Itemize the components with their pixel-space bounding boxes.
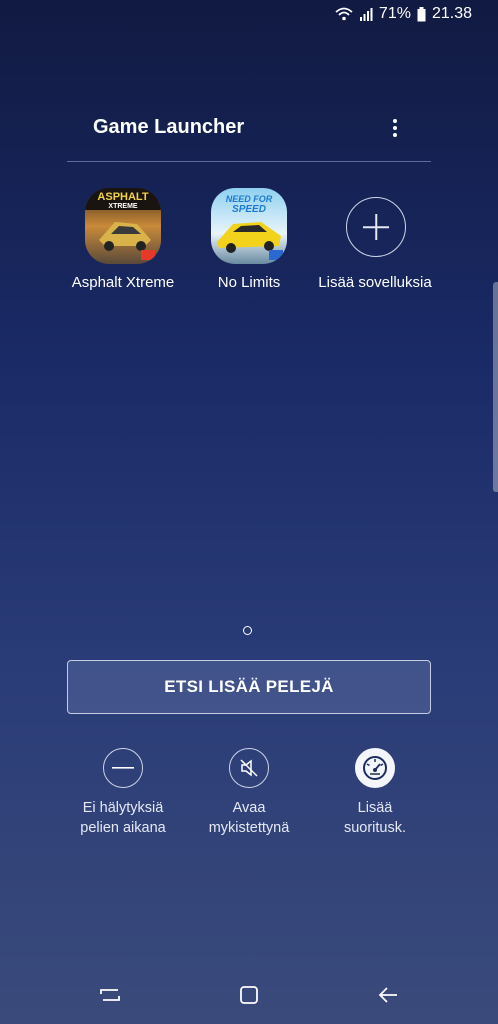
quick-settings: Ei hälytyksiä pelien aikana Avaa mykiste… <box>60 748 440 838</box>
game-label: No Limits <box>217 274 281 291</box>
toggle-performance[interactable]: Lisää suoritusk. <box>312 748 438 838</box>
add-apps-label: Lisää sovelluksia <box>318 274 432 291</box>
toggle-label: Ei hälytyksiä pelien aikana <box>80 800 166 836</box>
header-divider <box>67 161 431 162</box>
recent-apps-button[interactable] <box>95 980 125 1010</box>
toggle-label: Avaa mykistettynä <box>208 800 290 836</box>
status-bar: 71% 21.38 <box>0 0 498 30</box>
find-more-games-button[interactable]: ETSI LISÄÄ PELEJÄ <box>67 660 431 714</box>
need-for-speed-no-limits-icon[interactable]: NEED FOR SPEED <box>211 188 287 264</box>
game-list: ASPHALT XTREME Asphalt Xtreme NEED FOR S… <box>60 188 440 291</box>
asphalt-xtreme-icon[interactable]: ASPHALT XTREME <box>85 188 161 264</box>
wifi-icon <box>335 7 353 21</box>
toggle-label: Lisää suoritusk. <box>343 800 407 836</box>
game-item-asphalt-xtreme[interactable]: ASPHALT XTREME Asphalt Xtreme <box>60 188 186 291</box>
plus-icon <box>346 197 406 257</box>
more-dot-icon <box>393 126 397 130</box>
back-arrow-icon <box>378 987 397 1003</box>
add-apps-item[interactable]: Lisää sovelluksia <box>312 188 438 291</box>
page-indicator <box>243 626 252 635</box>
recent-apps-icon <box>100 989 120 1001</box>
home-icon <box>240 986 258 1004</box>
performance-gauge-icon[interactable] <box>355 748 395 788</box>
edge-panel-handle[interactable] <box>493 282 498 492</box>
battery-percent: 71% <box>378 5 411 22</box>
do-not-disturb-icon[interactable] <box>103 748 143 788</box>
game-label: Asphalt Xtreme <box>71 274 175 291</box>
clock: 21.38 <box>431 5 472 22</box>
mute-icon[interactable] <box>229 748 269 788</box>
more-options-button[interactable] <box>385 114 405 142</box>
nfs-logo-text: NEED FOR <box>226 194 273 204</box>
navigation-bar <box>0 964 498 1024</box>
page-title: Game Launcher <box>93 116 245 138</box>
toggle-start-muted[interactable]: Avaa mykistettynä <box>186 748 312 838</box>
asphalt-logo-subtext: XTREME <box>108 203 138 210</box>
more-dot-icon <box>393 119 397 123</box>
asphalt-logo-text: ASPHALT <box>97 191 148 203</box>
game-item-no-limits[interactable]: NEED FOR SPEED No Limits <box>186 188 312 291</box>
home-button[interactable] <box>234 980 264 1010</box>
more-dot-icon <box>393 133 397 137</box>
header: Game Launcher <box>0 110 498 150</box>
status-icons: 71% 21.38 <box>335 5 472 23</box>
signal-icon <box>359 8 373 21</box>
toggle-no-alerts[interactable]: Ei hälytyksiä pelien aikana <box>60 748 186 838</box>
back-button[interactable] <box>373 980 403 1010</box>
battery-icon <box>417 6 426 21</box>
add-apps-button[interactable] <box>337 188 413 264</box>
nfs-logo-subtext: SPEED <box>232 204 266 215</box>
